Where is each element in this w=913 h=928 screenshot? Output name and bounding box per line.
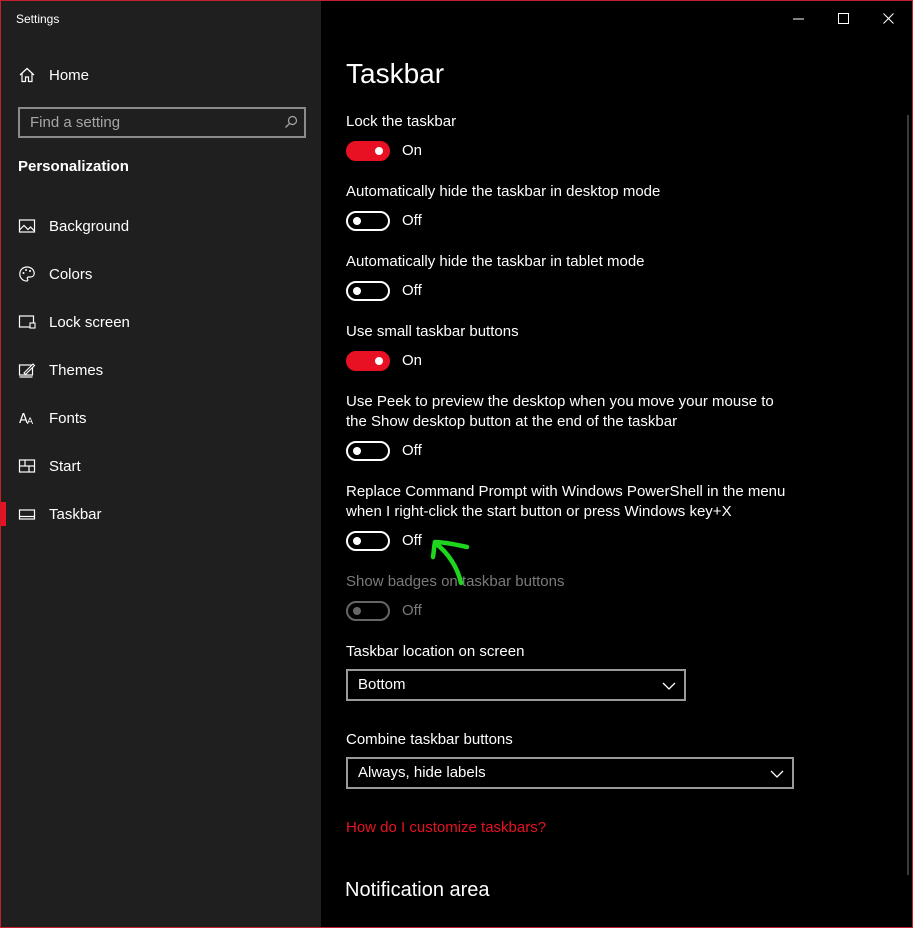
lock-screen-icon <box>18 315 36 329</box>
sidebar-item-label: Fonts <box>49 409 87 427</box>
toggle-state-label: Off <box>402 602 422 619</box>
autohide-tablet-label: Automatically hide the taskbar in tablet… <box>346 253 645 270</box>
sidebar-item-start[interactable]: Start <box>1 446 321 486</box>
toggle-knob <box>353 287 361 295</box>
sidebar-item-taskbar[interactable]: Taskbar <box>1 494 321 534</box>
toggle-knob <box>353 607 361 615</box>
settings-window: Settings Home Find a setting Personaliza… <box>0 0 913 928</box>
sidebar-item-colors[interactable]: Colors <box>1 254 321 294</box>
window-title: Settings <box>16 12 60 26</box>
lock-taskbar-toggle[interactable] <box>346 141 390 161</box>
svg-text:A: A <box>27 417 34 427</box>
toggle-state-label: Off <box>402 532 422 549</box>
selection-indicator <box>1 502 6 526</box>
toggle-state-label: On <box>402 142 423 159</box>
sidebar-item-background[interactable]: Background <box>1 206 321 246</box>
toggle-knob <box>353 217 361 225</box>
small-buttons-label: Use small taskbar buttons <box>346 323 519 340</box>
help-link[interactable]: How do I customize taskbars? <box>346 819 546 836</box>
search-placeholder: Find a setting <box>30 114 121 131</box>
lock-taskbar-label: Lock the taskbar <box>346 113 457 130</box>
picture-icon <box>18 219 36 233</box>
palette-icon <box>19 266 35 282</box>
fonts-icon: A A <box>19 412 34 427</box>
themes-icon <box>18 363 36 378</box>
home-label: Home <box>49 66 90 84</box>
powershell-label-line1: Replace Command Prompt with Windows Powe… <box>346 483 786 500</box>
home-nav-item[interactable]: Home <box>18 63 89 87</box>
peek-label-line1: Use Peek to preview the desktop when you… <box>346 393 774 410</box>
search-icon[interactable] <box>284 115 298 129</box>
sidebar: Settings Home Find a setting Personaliza… <box>1 1 321 927</box>
sidebar-item-fonts[interactable]: A A Fonts <box>1 398 321 438</box>
scrollbar[interactable] <box>907 115 909 875</box>
location-value: Bottom <box>358 676 406 693</box>
start-icon <box>18 459 36 473</box>
toggle-knob <box>353 447 361 455</box>
small-buttons-toggle[interactable] <box>346 351 390 371</box>
toggle-state-label: On <box>402 352 423 369</box>
sidebar-item-label: Lock screen <box>49 313 130 331</box>
sidebar-item-label: Taskbar <box>49 505 102 523</box>
sidebar-item-themes[interactable]: Themes <box>1 350 321 390</box>
combine-label: Combine taskbar buttons <box>346 731 513 748</box>
search-input[interactable]: Find a setting <box>18 107 306 138</box>
section-heading: Personalization <box>18 158 129 175</box>
combine-value: Always, hide labels <box>358 764 486 781</box>
toggle-state-label: Off <box>402 282 422 299</box>
sidebar-item-label: Colors <box>49 265 93 283</box>
toggle-knob <box>375 147 383 155</box>
annotation-arrow-icon <box>430 539 470 586</box>
location-dropdown[interactable]: Bottom <box>346 669 686 701</box>
taskbar-icon <box>18 509 36 520</box>
powershell-label-line2: when I right-click the start button or p… <box>346 503 732 520</box>
toggle-knob <box>375 357 383 365</box>
badges-toggle <box>346 601 390 621</box>
chevron-down-icon <box>662 682 676 690</box>
chevron-down-icon <box>770 770 784 778</box>
home-icon <box>19 67 35 83</box>
toggle-state-label: Off <box>402 442 422 459</box>
sidebar-item-label: Start <box>49 457 81 475</box>
badges-label: Show badges on taskbar buttons <box>346 573 565 590</box>
toggle-knob <box>353 537 361 545</box>
sidebar-item-label: Themes <box>49 361 104 379</box>
peek-toggle[interactable] <box>346 441 390 461</box>
sidebar-item-lock-screen[interactable]: Lock screen <box>1 302 321 342</box>
page-title: Taskbar <box>346 58 445 89</box>
autohide-desktop-label: Automatically hide the taskbar in deskto… <box>346 183 661 200</box>
location-label: Taskbar location on screen <box>346 643 525 660</box>
sidebar-item-label: Background <box>49 217 130 235</box>
main-content: Taskbar Lock the taskbar On Automaticall… <box>321 1 913 927</box>
combine-dropdown[interactable]: Always, hide labels <box>346 757 794 789</box>
autohide-desktop-toggle[interactable] <box>346 211 390 231</box>
autohide-tablet-toggle[interactable] <box>346 281 390 301</box>
peek-label-line2: the Show desktop button at the end of th… <box>346 413 678 430</box>
powershell-toggle[interactable] <box>346 531 390 551</box>
toggle-state-label: Off <box>402 212 422 229</box>
notification-area-heading: Notification area <box>345 879 490 901</box>
